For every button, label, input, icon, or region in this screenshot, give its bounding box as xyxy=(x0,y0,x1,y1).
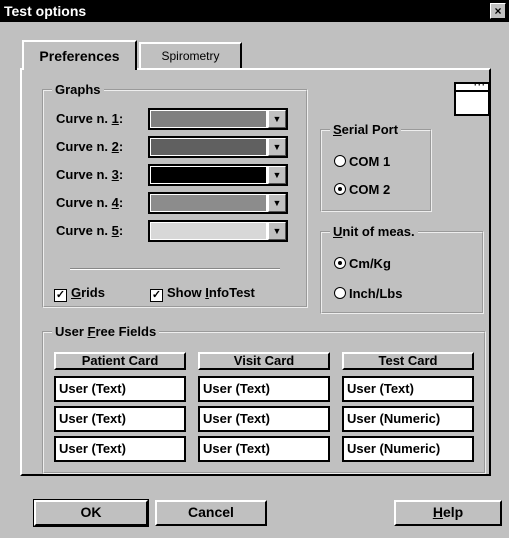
test-field-3[interactable]: User (Numeric) xyxy=(342,436,474,462)
cmkg-radio[interactable]: Cm/Kg xyxy=(334,256,391,271)
dialog-window: Test options × Preferences Spirometry Gr… xyxy=(0,0,509,538)
curve-2-swatch xyxy=(151,139,266,155)
patient-field-2[interactable]: User (Text) xyxy=(54,406,186,432)
com2-label: COM 2 xyxy=(349,182,391,197)
patient-field-1[interactable]: User (Text) xyxy=(54,376,186,402)
grids-checkbox[interactable]: ✓ Grids xyxy=(54,285,105,302)
com2-radio[interactable]: COM 2 xyxy=(334,182,390,197)
chevron-down-icon[interactable]: ▼ xyxy=(268,166,286,184)
unit-legend: Unit of meas. xyxy=(333,224,415,239)
curve-2-label: Curve n. 2: xyxy=(56,139,124,154)
inchlbs-label: Inch/Lbs xyxy=(349,286,403,301)
grids-label: rids xyxy=(81,285,105,300)
curve-1-color-select[interactable]: ▼ xyxy=(148,108,288,130)
visit-field-1[interactable]: User (Text) xyxy=(198,376,330,402)
visit-field-3[interactable]: User (Text) xyxy=(198,436,330,462)
chevron-down-icon[interactable]: ▼ xyxy=(268,194,286,212)
ok-button[interactable]: OK xyxy=(33,499,149,527)
curve-3-label: Curve n. 3: xyxy=(56,167,124,182)
checkmark-icon[interactable]: ✓ xyxy=(54,289,67,302)
chevron-down-icon[interactable]: ▼ xyxy=(268,110,286,128)
help-label: elp xyxy=(442,504,464,520)
curve-2-color-select[interactable]: ▼ xyxy=(148,136,288,158)
infotest-label-pre: Show xyxy=(167,285,206,300)
cmkg-label: Cm/Kg xyxy=(349,256,391,271)
column-header-visit-card: Visit Card xyxy=(198,352,330,370)
tab-spirometry[interactable]: Spirometry xyxy=(139,42,242,70)
column-header-test-card: Test Card xyxy=(342,352,474,370)
grids-label-key: G xyxy=(71,285,82,300)
radio-off-icon[interactable] xyxy=(334,155,346,167)
checkmark-icon[interactable]: ✓ xyxy=(150,289,163,302)
visit-field-2[interactable]: User (Text) xyxy=(198,406,330,432)
close-button[interactable]: × xyxy=(490,3,506,19)
user-free-fields-legend: User Free Fields xyxy=(55,324,157,339)
com1-radio[interactable]: COM 1 xyxy=(334,154,390,169)
title-bar: Test options × xyxy=(0,0,509,22)
help-key: H xyxy=(432,504,443,520)
tab-preferences[interactable]: Preferences xyxy=(22,40,137,70)
dialog-title: Test options xyxy=(4,3,87,19)
show-infotest-checkbox[interactable]: ✓ Show InfoTest xyxy=(150,285,255,302)
chevron-down-icon[interactable]: ▼ xyxy=(268,138,286,156)
radio-on-icon[interactable] xyxy=(334,183,346,195)
curve-4-label: Curve n. 4: xyxy=(56,195,124,210)
tab-spirometry-label: Spirometry xyxy=(161,49,220,63)
patient-field-3[interactable]: User (Text) xyxy=(54,436,186,462)
cancel-button[interactable]: Cancel xyxy=(155,500,267,526)
curve-5-color-select[interactable]: ▼ xyxy=(148,220,288,242)
tab-preferences-label: Preferences xyxy=(39,48,120,64)
curve-5-label: Curve n. 5: xyxy=(56,223,124,238)
window-icon-dots: ··· xyxy=(474,80,486,90)
infotest-label: nfoTest xyxy=(208,285,255,300)
preferences-panel: Graphs Curve n. 1: ▼ Curve n. 2: ▼ Curve… xyxy=(20,68,491,476)
help-button[interactable]: Help xyxy=(394,500,502,526)
radio-on-icon[interactable] xyxy=(334,257,346,269)
serial-port-legend: Serial Port xyxy=(333,122,399,137)
curve-3-swatch xyxy=(151,167,266,183)
inchlbs-radio[interactable]: Inch/Lbs xyxy=(334,286,402,301)
test-field-1[interactable]: User (Text) xyxy=(342,376,474,402)
curve-4-swatch xyxy=(151,195,266,211)
graphs-legend: Graphs xyxy=(55,82,101,97)
window-icon: ··· xyxy=(454,80,490,116)
test-field-2[interactable]: User (Numeric) xyxy=(342,406,474,432)
curve-3-color-select[interactable]: ▼ xyxy=(148,164,288,186)
column-header-patient-card: Patient Card xyxy=(54,352,186,370)
graphs-divider xyxy=(70,268,280,270)
curve-5-swatch xyxy=(151,223,266,239)
chevron-down-icon[interactable]: ▼ xyxy=(268,222,286,240)
radio-off-icon[interactable] xyxy=(334,287,346,299)
curve-1-label: Curve n. 1: xyxy=(56,111,124,126)
curve-1-swatch xyxy=(151,111,266,127)
curve-4-color-select[interactable]: ▼ xyxy=(148,192,288,214)
com1-label: COM 1 xyxy=(349,154,391,169)
